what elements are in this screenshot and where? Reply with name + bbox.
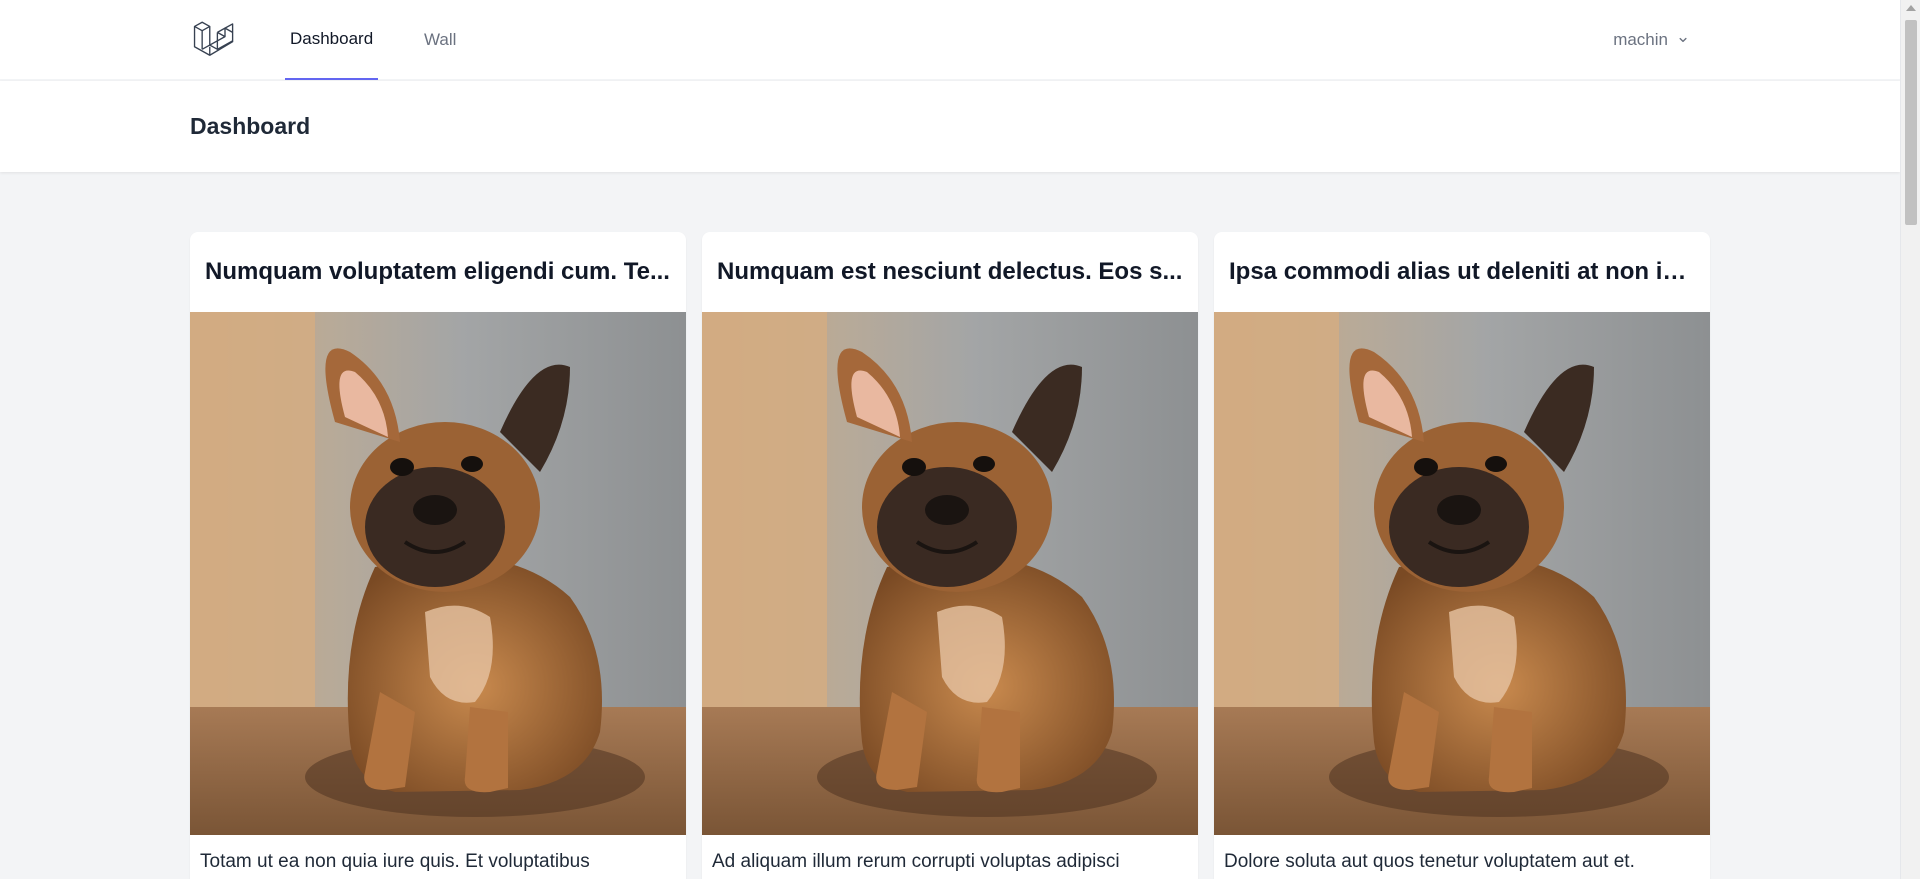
page-scrollbar[interactable]	[1900, 0, 1920, 879]
post-card[interactable]: Ipsa commodi alias ut deleniti at non ip…	[1214, 232, 1710, 879]
french-bulldog-photo	[702, 312, 1198, 835]
page-header: Dashboard	[0, 81, 1900, 172]
post-excerpt: Totam ut ea non quia iure quis. Et volup…	[200, 851, 590, 872]
top-navbar: Dashboard Wall machin	[0, 0, 1900, 80]
post-excerpt: Dolore soluta aut quos tenetur voluptate…	[1224, 851, 1635, 872]
scroll-up-arrow-icon[interactable]	[1906, 5, 1916, 11]
post-excerpt: Ad aliquam illum rerum corrupti voluptas…	[712, 851, 1120, 872]
user-name: machin	[1613, 30, 1668, 49]
chevron-down-icon	[1679, 37, 1687, 43]
french-bulldog-photo	[1214, 312, 1710, 835]
post-title[interactable]: Ipsa commodi alias ut deleniti at non ip…	[1214, 232, 1710, 312]
post-title[interactable]: Numquam est nesciunt delectus. Eos s...	[702, 232, 1198, 312]
nav-link-dashboard[interactable]: Dashboard	[285, 0, 379, 80]
post-card[interactable]: Numquam est nesciunt delectus. Eos s... …	[702, 232, 1198, 879]
french-bulldog-photo	[190, 312, 686, 835]
post-title[interactable]: Numquam voluptatem eligendi cum. Te...	[190, 232, 686, 312]
scrollbar-thumb[interactable]	[1905, 20, 1917, 225]
user-menu-dropdown[interactable]: machin	[1613, 0, 1690, 80]
laravel-logo-icon[interactable]	[192, 18, 236, 62]
nav-link-wall[interactable]: Wall	[424, 0, 456, 80]
page-title: Dashboard	[190, 113, 311, 139]
post-card[interactable]: Numquam voluptatem eligendi cum. Te... T…	[190, 232, 686, 879]
